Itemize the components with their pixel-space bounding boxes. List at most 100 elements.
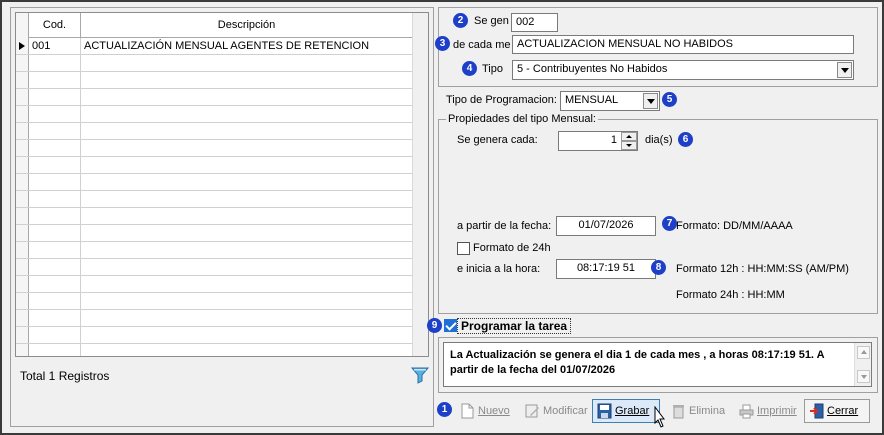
scroll-up-icon[interactable]	[857, 346, 870, 359]
codigo-field[interactable]: 002	[511, 13, 558, 32]
table-row[interactable]	[16, 72, 412, 89]
cell-cod[interactable]	[29, 293, 81, 309]
propiedades-group-title: Propiedades del tipo Mensual:	[446, 113, 598, 125]
cell-cod[interactable]	[29, 276, 81, 292]
hora-field[interactable]: 08:17:19 51	[556, 259, 656, 279]
table-row[interactable]	[16, 293, 412, 310]
row-indicator	[16, 157, 29, 173]
table-row[interactable]	[16, 123, 412, 140]
table-row[interactable]	[16, 310, 412, 327]
cell-descripcion[interactable]	[81, 106, 412, 122]
chevron-down-icon[interactable]	[643, 93, 658, 109]
table-row[interactable]	[16, 242, 412, 259]
total-records: Total 1 Registros	[20, 369, 110, 383]
programar-tarea-checkbox[interactable]	[444, 319, 457, 332]
cell-cod[interactable]	[29, 242, 81, 258]
cell-descripcion[interactable]	[81, 276, 412, 292]
row-indicator	[16, 259, 29, 275]
cell-descripcion[interactable]	[81, 191, 412, 207]
filter-icon[interactable]	[410, 365, 430, 385]
records-grid[interactable]: Cod. Descripción 001 ACTUALIZACIÓN MENSUA…	[15, 12, 429, 357]
cell-cod[interactable]	[29, 191, 81, 207]
table-row[interactable]	[16, 344, 412, 356]
cell-descripcion[interactable]	[81, 225, 412, 241]
cell-cod[interactable]	[29, 55, 81, 71]
cell-cod[interactable]	[29, 208, 81, 224]
cell-cod[interactable]	[29, 310, 81, 326]
imprimir-label: Imprimir	[757, 405, 797, 417]
imprimir-button[interactable]: Imprimir	[734, 399, 798, 423]
formato-24h-checkbox[interactable]	[457, 242, 470, 255]
stepper-down-button[interactable]	[621, 141, 637, 150]
cell-descripcion[interactable]	[81, 140, 412, 156]
table-row[interactable]	[16, 225, 412, 242]
cell-cod[interactable]	[29, 89, 81, 105]
cell-descripcion[interactable]	[81, 123, 412, 139]
elimina-button[interactable]: Elimina	[666, 399, 728, 423]
cell-descripcion[interactable]	[81, 72, 412, 88]
cell-descripcion[interactable]: ACTUALIZACIÓN MENSUAL AGENTES DE RETENCI…	[81, 38, 412, 54]
cerrar-button[interactable]: Cerrar	[804, 399, 870, 423]
summary-scrollbar[interactable]	[854, 343, 871, 386]
cell-descripcion[interactable]	[81, 174, 412, 190]
cell-cod[interactable]	[29, 123, 81, 139]
cell-cod[interactable]	[29, 259, 81, 275]
cell-cod[interactable]	[29, 327, 81, 343]
table-row[interactable]	[16, 140, 412, 157]
cell-descripcion[interactable]	[81, 310, 412, 326]
formato-24h-label[interactable]: Formato de 24h	[473, 242, 551, 254]
table-row[interactable]: 001 ACTUALIZACIÓN MENSUAL AGENTES DE RETE…	[16, 38, 412, 55]
cell-descripcion[interactable]	[81, 242, 412, 258]
cell-descripcion[interactable]	[81, 208, 412, 224]
cell-descripcion[interactable]	[81, 259, 412, 275]
cell-cod[interactable]	[29, 174, 81, 190]
table-row[interactable]	[16, 208, 412, 225]
column-header-descripcion[interactable]: Descripción	[81, 13, 412, 38]
table-row[interactable]	[16, 191, 412, 208]
cell-cod[interactable]	[29, 225, 81, 241]
cell-cod[interactable]: 001	[29, 38, 81, 54]
cell-descripcion[interactable]	[81, 327, 412, 343]
cell-cod[interactable]	[29, 140, 81, 156]
cell-cod[interactable]	[29, 157, 81, 173]
descripcion-field[interactable]: ACTUALIZACION MENSUAL NO HABIDOS	[512, 35, 854, 54]
cell-descripcion[interactable]	[81, 89, 412, 105]
table-row[interactable]	[16, 276, 412, 293]
cell-cod[interactable]	[29, 106, 81, 122]
badge-4: 4	[462, 61, 477, 76]
row-indicator	[16, 123, 29, 139]
tipo-programacion-label: Tipo de Programacion:	[446, 94, 557, 106]
table-row[interactable]	[16, 174, 412, 191]
tipo-select[interactable]: 5 - Contribuyentes No Habidos	[512, 60, 854, 80]
modificar-button[interactable]: Modificar	[520, 399, 588, 423]
cell-descripcion[interactable]	[81, 344, 412, 356]
table-row[interactable]	[16, 327, 412, 344]
programar-tarea-label[interactable]: Programar la tarea	[457, 318, 572, 334]
table-row[interactable]	[16, 157, 412, 174]
badge-8: 8	[651, 260, 666, 275]
chevron-down-icon[interactable]	[837, 62, 852, 78]
cell-cod[interactable]	[29, 344, 81, 356]
stepper-up-button[interactable]	[621, 132, 637, 141]
grid-header-indicator	[16, 13, 29, 38]
tipo-programacion-select[interactable]: MENSUAL	[560, 91, 660, 111]
exit-icon	[810, 403, 824, 419]
cell-cod[interactable]	[29, 72, 81, 88]
fecha-field[interactable]: 01/07/2026	[556, 216, 656, 236]
table-row[interactable]	[16, 259, 412, 276]
grid-scrollbar[interactable]	[412, 13, 428, 356]
cell-descripcion[interactable]	[81, 157, 412, 173]
column-header-cod[interactable]: Cod.	[29, 13, 81, 38]
propiedades-group	[438, 119, 878, 314]
cell-descripcion[interactable]	[81, 293, 412, 309]
grabar-button[interactable]: Grabar	[592, 399, 660, 423]
table-row[interactable]	[16, 89, 412, 106]
printer-icon	[739, 404, 754, 419]
scroll-down-icon[interactable]	[857, 370, 870, 383]
nuevo-button[interactable]: Nuevo	[455, 399, 515, 423]
formato-12h-hint: Formato 12h : HH:MM:SS (AM/PM)	[676, 263, 849, 275]
table-row[interactable]	[16, 55, 412, 72]
cell-descripcion[interactable]	[81, 55, 412, 71]
table-row[interactable]	[16, 106, 412, 123]
edit-icon	[525, 404, 539, 418]
